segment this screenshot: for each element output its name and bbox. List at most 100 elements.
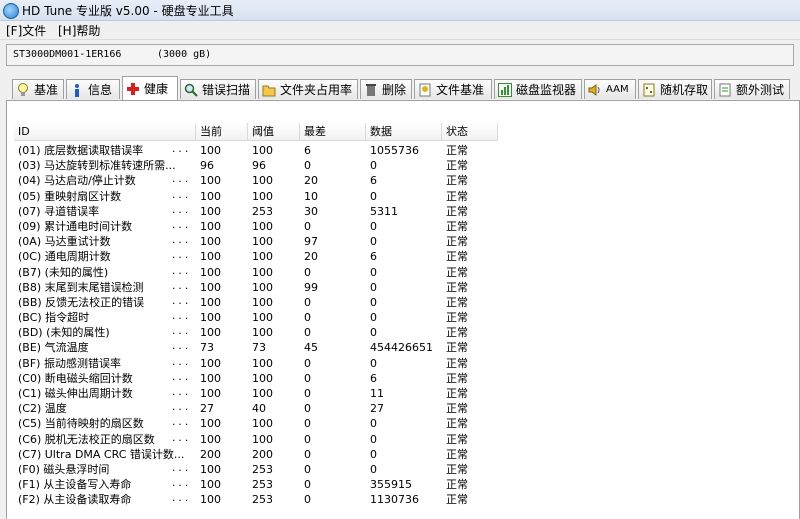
tab-extra-tests[interactable]: 额外测试 [714, 79, 790, 99]
table-row[interactable]: (B8) 末尾到末尾错误检测... 100 100 99 0 正常 [14, 280, 798, 295]
table-row[interactable]: (BD) (未知的属性)... 100 100 0 0 正常 [14, 325, 798, 340]
worst-value: 20 [304, 250, 318, 264]
tab-label: 健康 [144, 82, 169, 96]
status-value: 正常 [446, 250, 468, 264]
raw-data-value: 0 [370, 447, 377, 461]
threshold-value: 100 [252, 326, 273, 340]
table-row[interactable]: (BB) 反馈无法校正的错误... 100 100 0 0 正常 [14, 295, 798, 310]
table-row[interactable]: (C7) Ultra DMA CRC 错误计数... 200 200 0 0 正常 [14, 447, 798, 462]
title-bar: HD Tune 专业版 v5.00 - 硬盘专业工具 [0, 0, 800, 21]
threshold-value: 200 [252, 447, 273, 461]
tab-aam[interactable]: AAM [584, 79, 636, 99]
worst-value: 0 [304, 417, 311, 431]
col-status-header[interactable]: 状态 [442, 123, 498, 141]
worst-value: 0 [304, 219, 311, 233]
tab-random-access[interactable]: 随机存取 [638, 79, 712, 99]
col-current-header[interactable]: 当前 [196, 123, 248, 141]
status-value: 正常 [446, 356, 468, 370]
trash-icon [364, 83, 378, 97]
menu-file[interactable]: [F]文件 [6, 22, 46, 39]
attribute-dots: ... [171, 433, 191, 444]
status-value: 正常 [446, 462, 468, 476]
status-value: 正常 [446, 417, 468, 431]
col-data-header[interactable]: 数据 [366, 123, 442, 141]
table-row[interactable]: (07) 寻道错误率... 100 253 30 5311 正常 [14, 204, 798, 219]
table-row[interactable]: (C2) 温度... 27 40 0 27 正常 [14, 401, 798, 416]
current-value: 73 [200, 341, 214, 355]
tab-benchmark[interactable]: 基准 [12, 79, 64, 99]
worst-value: 20 [304, 174, 318, 188]
status-value: 正常 [446, 280, 468, 294]
raw-data-value: 6 [370, 371, 377, 385]
worst-value: 30 [304, 204, 318, 218]
raw-data-value: 0 [370, 280, 377, 294]
attribute-dots: ... [171, 145, 191, 155]
worst-value: 0 [304, 356, 311, 370]
table-row[interactable]: (C0) 断电磁头缩回计数... 100 100 0 6 正常 [14, 371, 798, 386]
table-row[interactable]: (09) 累计通电时间计数... 100 100 0 0 正常 [14, 219, 798, 234]
table-row[interactable]: (BC) 指令超时... 100 100 0 0 正常 [14, 310, 798, 325]
attribute-dots: ... [171, 418, 191, 429]
table-row[interactable]: (03) 马达旋转到标准转速所需... 96 96 0 0 正常 [14, 158, 798, 173]
attribute-dots: ... [171, 190, 191, 201]
raw-data-value: 6 [370, 174, 377, 188]
table-row[interactable]: (0C) 通电周期计数... 100 100 20 6 正常 [14, 249, 798, 264]
attribute-dots: ... [171, 479, 191, 490]
raw-data-value: 11 [370, 387, 384, 400]
current-value: 96 [200, 159, 214, 173]
table-row[interactable]: (F1) 从主设备写入寿命... 100 253 0 355915 正常 [14, 477, 798, 492]
worst-value: 0 [304, 493, 311, 507]
status-value: 正常 [446, 204, 468, 218]
magnifier-icon [184, 83, 198, 97]
current-value: 100 [200, 371, 221, 385]
table-row[interactable]: (B7) (未知的属性)... 100 100 0 0 正常 [14, 265, 798, 280]
tab-label: AAM [606, 84, 629, 95]
tab-erase[interactable]: 删除 [360, 79, 412, 99]
table-row[interactable]: (05) 重映射扇区计数... 100 100 10 0 正常 [14, 189, 798, 204]
table-row[interactable]: (04) 马达启动/停止计数... 100 100 20 6 正常 [14, 173, 798, 188]
tab-info[interactable]: 信息 [66, 79, 120, 99]
status-value: 正常 [446, 235, 468, 249]
status-value: 正常 [446, 432, 468, 446]
attribute-name: (C5) 当前待映射的扇区数 [18, 417, 144, 431]
tab-file-benchmark[interactable]: 文件基准 [414, 79, 492, 99]
table-row[interactable]: (0A) 马达重试计数... 100 100 97 0 正常 [14, 234, 798, 249]
table-row[interactable]: (BE) 气流温度... 73 73 45 454426651 正常 [14, 340, 798, 355]
attribute-name: (BC) 指令超时 [18, 311, 90, 325]
menu-help[interactable]: [H]帮助 [58, 22, 100, 39]
tab-health[interactable]: 健康 [122, 76, 178, 100]
attribute-dots: ... [171, 327, 191, 338]
attribute-dots: ... [171, 205, 191, 216]
table-row[interactable]: (F2) 从主设备读取寿命... 100 253 0 1130736 正常 [14, 492, 798, 507]
table-row[interactable]: (F0) 磁头悬浮时间... 100 253 0 0 正常 [14, 462, 798, 477]
current-value: 100 [200, 250, 221, 264]
status-value: 正常 [446, 326, 468, 340]
attribute-dots: ... [171, 463, 191, 474]
raw-data-value: 0 [370, 295, 377, 309]
table-row[interactable]: (01) 底层数据读取错误率... 100 100 6 1055736 正常 [14, 143, 798, 158]
status-value: 正常 [446, 159, 468, 173]
bulb-icon [16, 82, 30, 97]
col-worst-header[interactable]: 最差 [300, 123, 366, 141]
table-row[interactable]: (C5) 当前待映射的扇区数... 100 100 0 0 正常 [14, 416, 798, 431]
tab-disk-monitor[interactable]: 磁盘监视器 [494, 79, 582, 99]
threshold-value: 100 [252, 356, 273, 370]
attribute-name: (01) 底层数据读取错误率 [18, 144, 144, 157]
raw-data-value: 0 [370, 311, 377, 325]
current-value: 100 [200, 295, 221, 309]
attribute-name: (F1) 从主设备写入寿命 [18, 478, 132, 492]
attribute-name: (F2) 从主设备读取寿命 [18, 493, 132, 507]
worst-value: 45 [304, 341, 318, 355]
table-row[interactable]: (C1) 磁头伸出周期计数... 100 100 0 11 正常 [14, 386, 798, 401]
col-id-header[interactable]: ID [14, 123, 196, 141]
threshold-value: 100 [252, 311, 273, 325]
worst-value: 0 [304, 311, 311, 325]
tab-error-scan[interactable]: 错误扫描 [180, 79, 256, 99]
attribute-name: (BB) 反馈无法校正的错误 [18, 295, 145, 309]
table-row[interactable]: (C6) 脱机无法校正的扇区数... 100 100 0 0 正常 [14, 432, 798, 447]
col-threshold-header[interactable]: 阈值 [248, 123, 300, 141]
tab-folder-usage[interactable]: 文件夹占用率 [258, 79, 358, 99]
attribute-dots: ... [171, 220, 191, 231]
drive-select[interactable]: ST3000DM001-1ER166 (3000 gB) [6, 44, 794, 66]
table-row[interactable]: (BF) 振动感测错误率... 100 100 0 0 正常 [14, 356, 798, 371]
